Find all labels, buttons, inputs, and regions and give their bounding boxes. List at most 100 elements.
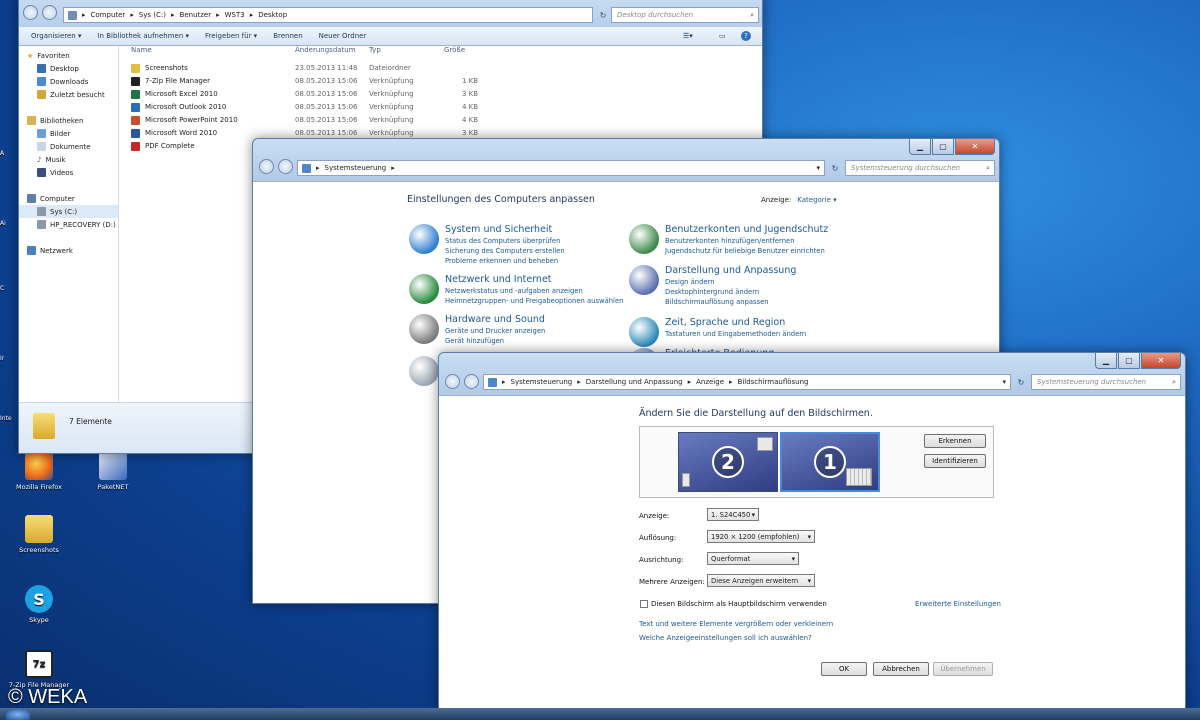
sidebar-item-network[interactable]: Netzwerk: [19, 244, 118, 257]
resolution-select[interactable]: 1920 × 1200 (empfohlen) ▾: [707, 530, 815, 543]
breadcrumb-item[interactable]: Computer: [91, 11, 126, 19]
sidebar-item-pictures[interactable]: Bilder: [19, 127, 118, 140]
category-link[interactable]: Bildschirmauflösung anpassen: [665, 297, 796, 307]
display-help-link[interactable]: Welche Anzeigeeinstellungen soll ich aus…: [639, 634, 812, 642]
back-button[interactable]: [445, 374, 460, 389]
breadcrumb-item[interactable]: Anzeige: [696, 378, 724, 386]
category-title[interactable]: Darstellung und Anpassung: [665, 265, 796, 276]
sidebar-item-documents[interactable]: Dokumente: [19, 140, 118, 153]
screen-resolution-window[interactable]: ▁ ▢ ✕ ▸ Systemsteuerung ▸ Darstellung und …: [438, 352, 1186, 720]
category-link[interactable]: Gerät hinzufügen: [445, 336, 545, 346]
monitor-2[interactable]: 2: [678, 432, 778, 492]
desktop-icon-7zip[interactable]: 7z 7-Zip File Manager: [8, 650, 70, 689]
sidebar-item-drive-d[interactable]: HP_RECOVERY (D:): [19, 218, 118, 231]
apply-button[interactable]: Übernehmen: [933, 662, 993, 676]
desktop-icon-paketnet[interactable]: PaketNET: [82, 452, 144, 491]
sidebar-item-downloads[interactable]: Downloads: [19, 75, 118, 88]
address-bar[interactable]: ▸ Systemsteuerung ▸ Darstellung und Anpass…: [483, 374, 1011, 390]
close-button[interactable]: ✕: [1141, 353, 1181, 369]
preview-pane-icon[interactable]: ▭: [719, 32, 726, 40]
maximize-button[interactable]: ▢: [932, 139, 954, 155]
category-link[interactable]: Status des Computers überprüfen: [445, 236, 565, 246]
refresh-icon[interactable]: ↻: [1015, 375, 1027, 389]
forward-button[interactable]: [42, 5, 57, 20]
breadcrumb-item[interactable]: Sys (C:): [139, 11, 166, 19]
view-by-dropdown[interactable]: Kategorie ▾: [797, 196, 836, 204]
back-button[interactable]: [23, 5, 38, 20]
monitor-1[interactable]: 1: [780, 432, 880, 492]
category-title[interactable]: Zeit, Sprache und Region: [665, 317, 806, 328]
category-link[interactable]: Design ändern: [665, 277, 796, 287]
sidebar-item-drive-c[interactable]: Sys (C:): [19, 205, 118, 218]
computer-header[interactable]: Computer: [19, 192, 118, 205]
desktop-icon-skype[interactable]: S Skype: [8, 585, 70, 624]
breadcrumb-item[interactable]: Systemsteuerung: [325, 164, 387, 172]
breadcrumb-item[interactable]: Systemsteuerung: [511, 378, 573, 386]
breadcrumb-item[interactable]: WST3: [225, 11, 245, 19]
category-title[interactable]: Hardware und Sound: [445, 314, 545, 325]
main-display-checkbox[interactable]: [640, 600, 648, 608]
share-with-menu[interactable]: Freigeben für ▾: [205, 32, 257, 40]
display-select[interactable]: 1. S24C450 ▾: [707, 508, 759, 521]
libraries-header[interactable]: Bibliotheken: [19, 114, 118, 127]
view-options-icon[interactable]: ☰▾: [683, 32, 693, 40]
category-link[interactable]: Probleme erkennen und beheben: [445, 256, 565, 266]
new-folder-button[interactable]: Neuer Ordner: [319, 32, 367, 40]
orientation-select[interactable]: Querformat ▾: [707, 552, 799, 565]
minimize-button[interactable]: ▁: [1095, 353, 1117, 369]
breadcrumb-item[interactable]: Darstellung und Anpassung: [586, 378, 683, 386]
category-title[interactable]: Benutzerkonten und Jugendschutz: [665, 224, 828, 235]
refresh-icon[interactable]: ↻: [597, 8, 609, 22]
refresh-icon[interactable]: ↻: [829, 161, 841, 175]
desktop-icon-firefox[interactable]: Mozilla Firefox: [8, 452, 70, 491]
category-icon[interactable]: [629, 224, 659, 254]
category-link[interactable]: Heimnetzgruppen- und Freigabeoptionen au…: [445, 296, 623, 306]
address-bar[interactable]: ▸ Systemsteuerung ▸ ▾: [297, 160, 825, 176]
maximize-button[interactable]: ▢: [1118, 353, 1140, 369]
start-button[interactable]: [6, 709, 30, 720]
category-icon[interactable]: [409, 274, 439, 304]
file-row[interactable]: 7-Zip File Manager 08.05.2013 15:06 Verknü…: [131, 75, 761, 88]
minimize-button[interactable]: ▁: [909, 139, 931, 155]
ok-button[interactable]: OK: [821, 662, 867, 676]
burn-button[interactable]: Brennen: [273, 32, 302, 40]
dropdown-arrow-icon[interactable]: ▾: [816, 164, 820, 172]
address-bar[interactable]: ▸ Computer ▸ Sys (C:) ▸ Benutzer ▸ WST3 ▸ Des…: [63, 7, 593, 23]
breadcrumb-item[interactable]: Benutzer: [180, 11, 212, 19]
identify-button[interactable]: Identifizieren: [924, 454, 986, 468]
category-title[interactable]: Netzwerk und Internet: [445, 274, 623, 285]
sidebar-item-desktop[interactable]: Desktop: [19, 62, 118, 75]
column-type[interactable]: Typ: [369, 46, 381, 54]
detect-button[interactable]: Erkennen: [924, 434, 986, 448]
text-size-link[interactable]: Text und weitere Elemente vergrößern ode…: [639, 620, 833, 628]
forward-button[interactable]: [464, 374, 479, 389]
category-icon[interactable]: [629, 317, 659, 347]
file-row[interactable]: Microsoft PowerPoint 2010 08.05.2013 15:0…: [131, 114, 761, 127]
column-date[interactable]: Änderungsdatum: [295, 46, 356, 54]
column-name[interactable]: Name: [131, 46, 152, 54]
breadcrumb-item[interactable]: Desktop: [258, 11, 287, 19]
category-link[interactable]: Geräte und Drucker anzeigen: [445, 326, 545, 336]
cancel-button[interactable]: Abbrechen: [873, 662, 929, 676]
category-icon[interactable]: [409, 224, 439, 254]
desktop-icon-screenshots[interactable]: Screenshots: [8, 515, 70, 554]
category-title[interactable]: System und Sicherheit: [445, 224, 565, 235]
category-link[interactable]: Netzwerkstatus und -aufgaben anzeigen: [445, 286, 623, 296]
back-button[interactable]: [259, 159, 274, 174]
category-icon[interactable]: [409, 314, 439, 344]
favorites-header[interactable]: ★ Favoriten: [19, 49, 118, 62]
advanced-settings-link[interactable]: Erweiterte Einstellungen: [915, 600, 1001, 608]
file-row[interactable]: Microsoft Excel 2010 08.05.2013 15:06 Verk…: [131, 88, 761, 101]
category-link[interactable]: Jugendschutz für beliebige Benutzer einr…: [665, 246, 828, 256]
sidebar-item-music[interactable]: ♪ Musik: [19, 153, 118, 166]
category-link[interactable]: Desktophintergrund ändern: [665, 287, 796, 297]
organize-menu[interactable]: Organisieren ▾: [31, 32, 81, 40]
close-button[interactable]: ✕: [955, 139, 995, 155]
sidebar-item-recent[interactable]: Zuletzt besucht: [19, 88, 118, 101]
category-icon[interactable]: [409, 356, 439, 386]
dropdown-arrow-icon[interactable]: ▾: [1002, 378, 1006, 386]
search-input[interactable]: Systemsteuerung durchsuchen ⌕: [845, 160, 995, 176]
category-link[interactable]: Tastaturen und Eingabemethoden ändern: [665, 329, 806, 339]
search-input[interactable]: Systemsteuerung durchsuchen ⌕: [1031, 374, 1181, 390]
column-size[interactable]: Größe: [444, 46, 465, 54]
